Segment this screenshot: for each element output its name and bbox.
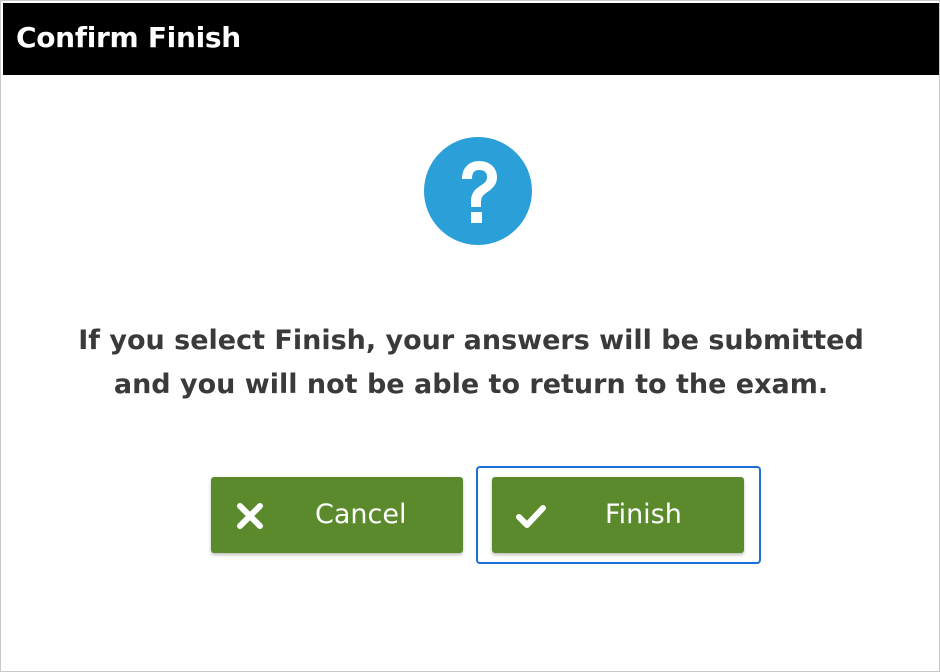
close-icon bbox=[237, 503, 263, 529]
dialog-title: Confirm Finish bbox=[16, 21, 241, 54]
finish-button[interactable]: Finish bbox=[492, 477, 744, 553]
finish-button-label: Finish bbox=[605, 499, 682, 530]
cancel-button-label: Cancel bbox=[315, 499, 407, 530]
cancel-button[interactable]: Cancel bbox=[211, 477, 463, 553]
message-line-2: and you will not be able to return to th… bbox=[113, 369, 829, 400]
question-circle-icon bbox=[424, 137, 532, 245]
dialog-message: If you select Finish, your answers will … bbox=[1, 319, 940, 407]
checkmark-icon bbox=[516, 505, 546, 528]
confirm-finish-dialog: Confirm Finish If you select Finish, you… bbox=[0, 0, 940, 672]
dialog-titlebar: Confirm Finish bbox=[3, 3, 939, 75]
message-line-1: If you select Finish, your answers will … bbox=[78, 325, 864, 356]
